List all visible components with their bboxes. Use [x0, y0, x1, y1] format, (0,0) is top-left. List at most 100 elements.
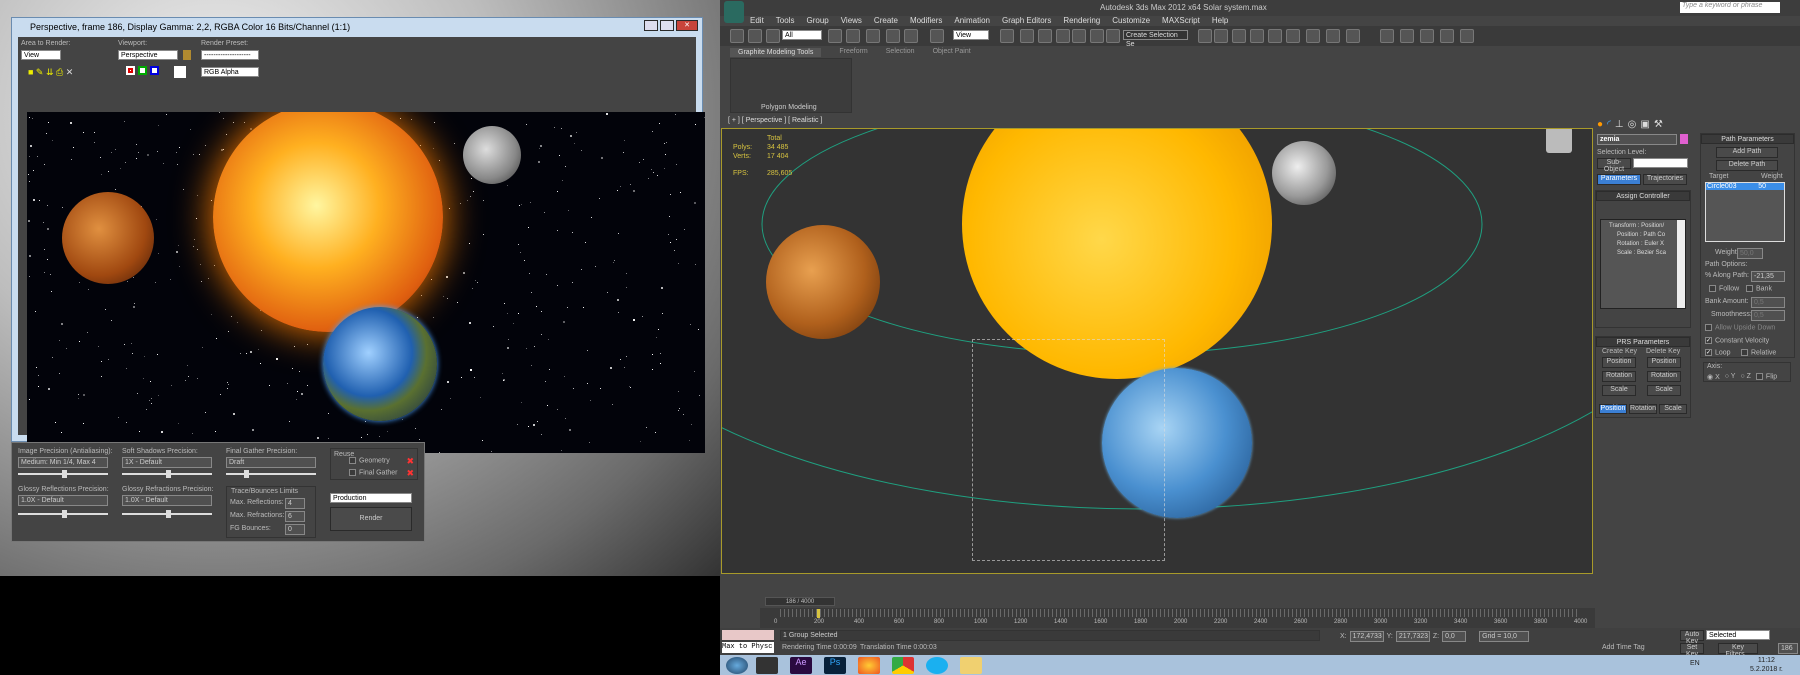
viewport-label[interactable]: [ + ] [ Perspective ] [ Realistic ] [728, 117, 822, 124]
taskbar-photoshop[interactable]: Ps [824, 657, 846, 674]
image-precision-slider[interactable] [18, 470, 108, 478]
set-key-button[interactable]: Set Key [1680, 643, 1704, 658]
follow-checkbox[interactable]: Follow [1709, 285, 1739, 292]
bank-checkbox[interactable]: Bank [1746, 285, 1772, 292]
axis-y-radio[interactable]: ○ Y [1725, 373, 1736, 381]
hierarchy-tab-icon[interactable]: ⊥ [1615, 119, 1624, 130]
menu-rendering[interactable]: Rendering [1063, 16, 1100, 26]
create-rotation-key-button[interactable]: Rotation [1602, 371, 1636, 382]
smoothness-spinner[interactable]: 0,5 [1751, 310, 1785, 321]
menu-help[interactable]: Help [1212, 16, 1228, 26]
menu-graph-editors[interactable]: Graph Editors [1002, 16, 1051, 26]
path-parameters-title[interactable]: Path Parameters [1701, 134, 1794, 144]
controller-tree[interactable]: Transform : Position/ Position : Path Co… [1600, 219, 1686, 309]
tab-selection[interactable]: Selection [886, 48, 915, 57]
mercury[interactable] [1272, 141, 1336, 205]
language-indicator[interactable]: EN [1690, 660, 1700, 667]
menu-create[interactable]: Create [874, 16, 898, 26]
toolbar-button[interactable] [748, 29, 762, 43]
tree-scrollbar[interactable] [1677, 220, 1685, 308]
lock-icon[interactable] [183, 50, 191, 60]
path-target-list[interactable]: Circle003 50 [1705, 182, 1785, 242]
max-titlebar[interactable]: Autodesk 3ds Max 2012 x64 Solar system.m… [720, 0, 1800, 23]
axis-x-radio[interactable]: ◉ X [1707, 373, 1720, 381]
max-refractions-spinner[interactable]: 6 [285, 511, 305, 522]
venus[interactable] [766, 225, 880, 339]
menu-group[interactable]: Group [806, 16, 828, 26]
loop-checkbox[interactable]: ✓ Loop [1705, 349, 1731, 356]
key-filters-button[interactable]: Key Filters... [1718, 643, 1758, 658]
tree-item[interactable]: Scale : Bezier Sca [1609, 249, 1685, 258]
render-button[interactable]: Render [330, 507, 412, 531]
viewcube[interactable] [1546, 129, 1572, 153]
y-coord-field[interactable]: 217,7323 [1395, 631, 1430, 642]
delete-path-button[interactable]: Delete Path [1716, 160, 1778, 171]
clear-geometry-icon[interactable]: ✖ [406, 456, 414, 467]
time-slider[interactable]: 186 / 4000 [765, 597, 835, 606]
toolbar-button[interactable] [930, 29, 944, 43]
toolbar-button[interactable] [866, 29, 880, 43]
add-path-button[interactable]: Add Path [1716, 147, 1778, 158]
toolbar-button[interactable] [1460, 29, 1474, 43]
toolbar-icons[interactable]: ■ ✎ ⇊ ⎙ ✕ [28, 67, 73, 78]
allow-upside-down-checkbox[interactable]: Allow Upside Down [1705, 324, 1775, 331]
perspective-viewport[interactable]: Total Polys: 34 485 Verts: 17 404 FPS: 285,… [721, 128, 1593, 574]
taskbar-3dsmax[interactable] [756, 657, 778, 674]
sub-object-button[interactable]: Sub-Object [1597, 158, 1631, 173]
taskbar-chrome[interactable] [892, 657, 914, 674]
taskbar-explorer[interactable] [960, 657, 982, 674]
polygon-modeling-label[interactable]: Polygon Modeling [761, 104, 817, 111]
motion-tab-icon[interactable]: ◎ [1628, 119, 1637, 130]
glossy-reflections-slider[interactable] [18, 510, 108, 518]
toolbar-button[interactable] [886, 29, 900, 43]
toolbar-button[interactable] [1346, 29, 1360, 43]
menu-maxscript[interactable]: MAXScript [1162, 16, 1200, 26]
toolbar-button[interactable] [1420, 29, 1434, 43]
relative-checkbox[interactable]: Relative [1741, 349, 1776, 356]
toolbar-button[interactable] [1306, 29, 1320, 43]
path-target-row[interactable]: Circle003 50 [1706, 183, 1784, 190]
toolbar-button[interactable] [1380, 29, 1394, 43]
prs-tab-position[interactable]: Position [1599, 404, 1627, 414]
tab-parameters[interactable]: Parameters [1597, 174, 1641, 185]
taskbar-after-effects[interactable]: Ae [790, 657, 812, 674]
toolbar-button[interactable] [828, 29, 842, 43]
toolbar-button[interactable] [1198, 29, 1212, 43]
selection-filter-dropdown[interactable]: All [782, 30, 822, 40]
blue-channel-toggle[interactable] [150, 66, 159, 75]
create-scale-key-button[interactable]: Scale [1602, 385, 1636, 396]
x-coord-field[interactable]: 172,4733 [1349, 631, 1384, 642]
area-to-render-dropdown[interactable]: View [21, 50, 61, 60]
delete-scale-key-button[interactable]: Scale [1647, 385, 1681, 396]
render-window-titlebar[interactable]: Perspective, frame 186, Display Gamma: 2… [12, 18, 702, 35]
tree-item[interactable]: Rotation : Euler X [1609, 240, 1685, 249]
toolbar-button[interactable] [1000, 29, 1014, 43]
taskbar-skype[interactable] [926, 657, 948, 674]
bank-amount-spinner[interactable]: 0,5 [1751, 297, 1785, 308]
menu-edit[interactable]: Edit [750, 16, 764, 26]
display-tab-icon[interactable]: ▣ [1640, 119, 1649, 130]
object-color-swatch[interactable] [1680, 134, 1688, 144]
flip-checkbox[interactable]: Flip [1755, 373, 1777, 381]
key-mode-dropdown[interactable]: Selected [1706, 630, 1770, 640]
constant-velocity-checkbox[interactable]: ✓ Constant Velocity [1705, 337, 1769, 344]
toolbar-button[interactable] [1268, 29, 1282, 43]
add-time-tag[interactable]: Add Time Tag [1602, 644, 1645, 651]
toolbar-button[interactable] [730, 29, 744, 43]
delete-position-key-button[interactable]: Position [1647, 357, 1681, 368]
create-position-key-button[interactable]: Position [1602, 357, 1636, 368]
prs-tab-scale[interactable]: Scale [1659, 404, 1687, 414]
close-button[interactable]: ✕ [676, 20, 698, 31]
weight-spinner[interactable]: 50,0 [1737, 248, 1763, 259]
z-coord-field[interactable]: 0,0 [1442, 631, 1467, 642]
auto-key-button[interactable]: Auto Key [1680, 630, 1704, 645]
menu-tools[interactable]: Tools [776, 16, 795, 26]
toolbar-button[interactable] [1090, 29, 1104, 43]
toolbar-button[interactable] [904, 29, 918, 43]
fg-bounces-spinner[interactable]: 0 [285, 524, 305, 535]
geometry-checkbox[interactable]: Geometry [349, 457, 390, 464]
toolbar-button[interactable] [1106, 29, 1120, 43]
track-bar[interactable]: 0 200 400 600 800 1000 1200 1400 1600 1800 2000 220… [760, 608, 1595, 628]
tab-freeform[interactable]: Freeform [839, 48, 867, 57]
toolbar-button[interactable] [1400, 29, 1414, 43]
